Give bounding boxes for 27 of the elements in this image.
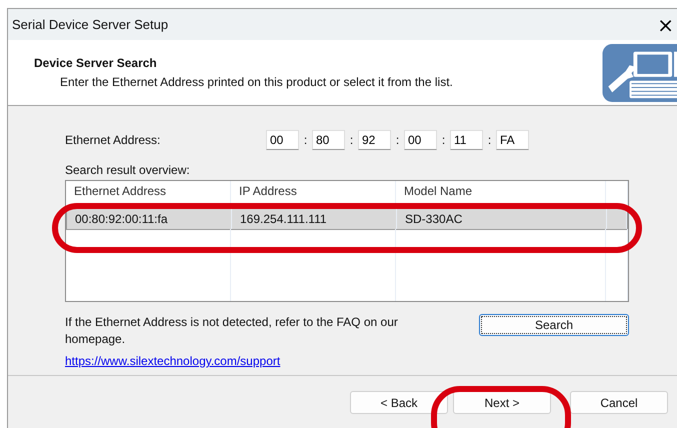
octet-separator: : xyxy=(394,133,400,147)
page-heading: Device Server Search xyxy=(34,56,158,70)
result-row[interactable]: 00:80:92:00:11:fa 169.254.111.111 SD-330AC xyxy=(67,209,627,229)
octet-input-field[interactable]: 00 xyxy=(266,130,299,150)
wizard-button[interactable]: < Back xyxy=(350,391,448,414)
close-button[interactable]: × xyxy=(657,14,674,34)
search-button[interactable]: Search xyxy=(479,314,629,336)
wizard-button[interactable]: Next > xyxy=(453,391,551,414)
octet-input-field[interactable]: 80 xyxy=(312,130,345,150)
search-result-label: Search result overview: xyxy=(65,163,191,177)
octet-separator: : xyxy=(440,133,446,147)
octet-separator: : xyxy=(486,133,492,147)
page-description: Enter the Ethernet Address printed on this product or select it from the list. xyxy=(59,75,453,89)
ethernet-address-label: Ethernet Address: xyxy=(65,133,162,147)
table-cell: 00:80:92:00:11:fa xyxy=(67,209,232,229)
octet-input-field[interactable]: 00 xyxy=(404,130,437,150)
octet-input-field[interactable]: 11 xyxy=(450,130,483,150)
wizard-button[interactable]: Cancel xyxy=(570,391,668,414)
table-cell: SD-330AC xyxy=(397,209,607,229)
window-title: Serial Device Server Setup xyxy=(12,17,168,32)
octet-input-field[interactable]: 92 xyxy=(358,130,391,150)
help-text: If the Ethernet Address is not detected, refer to the FAQ on our homepage. xyxy=(65,314,399,348)
octet-separator: : xyxy=(302,133,308,147)
table-cell: 169.254.111.111 xyxy=(232,209,397,229)
support-link[interactable]: https://www.silextechnology.com/support xyxy=(65,354,445,368)
octet-input-field[interactable]: FA xyxy=(496,130,529,150)
octet-separator: : xyxy=(348,133,354,147)
